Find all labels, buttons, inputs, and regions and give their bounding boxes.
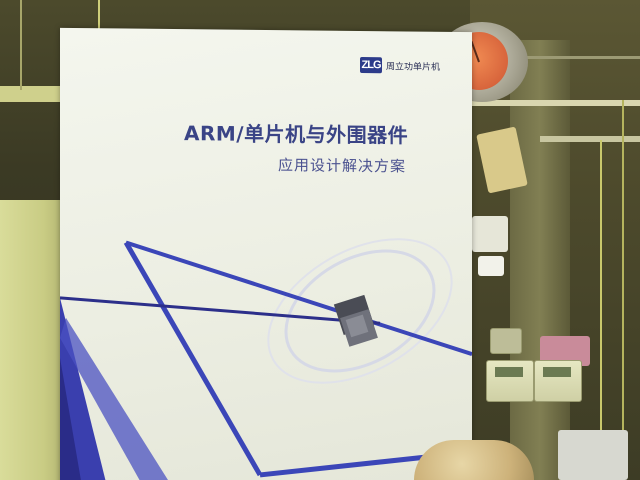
cable <box>622 100 624 480</box>
paper-note <box>472 216 508 252</box>
cable <box>600 140 602 480</box>
cover-subtitle: 应用设计解决方案 <box>278 156 407 176</box>
photo-scene: ZLG 周立功单片机 ARM/单片机与外围器件 应用设计解决方案 <box>0 0 640 480</box>
poster <box>558 430 628 480</box>
zlg-logo-icon: ZLG <box>360 56 382 74</box>
paper-note <box>478 256 504 276</box>
pipe <box>540 136 640 142</box>
brand-logo: ZLG 周立功单片机 <box>360 56 441 74</box>
pipe <box>470 100 640 106</box>
network-box <box>490 328 522 354</box>
control-panel <box>486 360 534 402</box>
thumb <box>414 440 534 480</box>
booklet-cover: ZLG 周立功单片机 ARM/单片机与外围器件 应用设计解决方案 <box>60 27 472 480</box>
concrete-column <box>510 40 570 480</box>
cover-title: ARM/单片机与外围器件 <box>184 121 409 148</box>
control-panel <box>534 360 582 402</box>
cover-graphic <box>60 238 472 480</box>
left-beam <box>0 86 62 102</box>
left-wall <box>0 200 62 480</box>
cable <box>20 0 22 90</box>
control-panel-display <box>543 367 571 377</box>
chip-icon <box>333 294 378 347</box>
brand-name: 周立功单片机 <box>386 61 441 73</box>
control-panel-display <box>495 367 523 377</box>
